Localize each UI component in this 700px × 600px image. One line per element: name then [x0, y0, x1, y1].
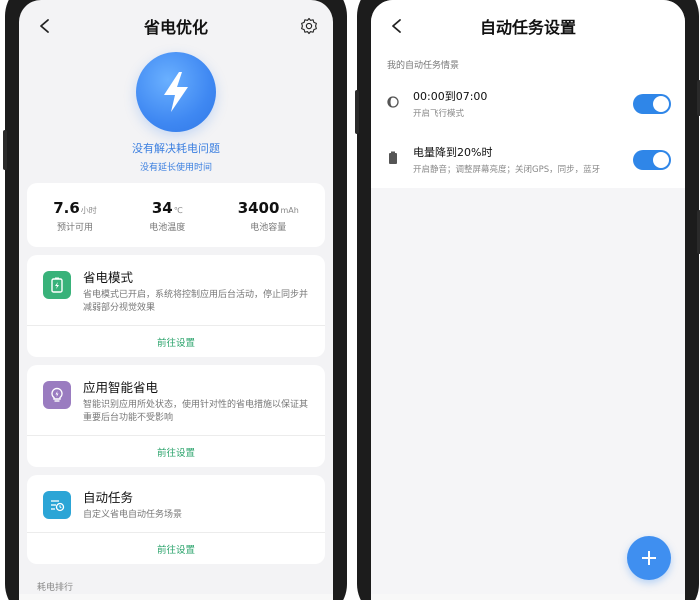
list-item[interactable]: 电量降到20%时 开启静音；调整屏幕亮度；关闭GPS，同步，蓝牙 [371, 132, 685, 188]
stat-value: 3400 [237, 198, 280, 217]
feedback-sub-link[interactable]: 没有延长使用时间 [140, 160, 212, 173]
go-to-settings-link[interactable]: 前往设置 [27, 532, 325, 564]
phone-side-button [3, 130, 7, 170]
system-nav-bar [371, 594, 685, 600]
battery-icon [385, 150, 401, 166]
go-to-settings-link[interactable]: 前往设置 [27, 435, 325, 467]
card-title: 自动任务 [83, 490, 134, 505]
go-to-settings-link[interactable]: 前往设置 [27, 325, 325, 357]
card-description: 自定义省电自动任务场景 [83, 510, 183, 520]
stat-estimated-time: 7.6小时 预计可用 [53, 198, 97, 233]
toggle-knob [653, 96, 669, 112]
lightbulb-icon [43, 381, 71, 409]
card-smart-app-saving: 应用智能省电 智能识别应用所处状态，使用针对性的省电措施以保证其重要后台功能不受… [27, 365, 325, 467]
card-title: 省电模式 [83, 270, 134, 285]
stat-value: 34 [151, 198, 173, 217]
card-description: 智能识别应用所处状态，使用针对性的省电措施以保证其重要后台功能不受影响 [83, 400, 309, 423]
phone-side-button [355, 90, 359, 134]
auto-task-settings-screen: 自动任务设置 我的自动任务情景 00:00到07:00 开启飞行模式 电量降到2… [371, 0, 685, 600]
task-clock-icon [43, 491, 71, 519]
header: 省电优化 [19, 0, 333, 52]
card-description: 省电模式已开启，系统将控制应用后台活动，停止同步并减弱部分视觉效果 [83, 290, 309, 313]
stat-unit: 小时 [80, 205, 97, 215]
task-toggle[interactable] [633, 94, 671, 114]
power-ranking-label[interactable]: 耗电排行 [37, 580, 333, 593]
stat-value: 7.6 [53, 198, 80, 217]
task-list: 00:00到07:00 开启飞行模式 电量降到20%时 开启静音；调整屏幕亮度；… [371, 76, 685, 188]
task-subtitle: 开启飞行模式 [413, 109, 465, 119]
plus-icon [642, 551, 656, 565]
left-phone: 省电优化 没有解决耗电问题 没有延长使用时间 7.6小时 预计可用 34℃ 电池… [3, 0, 347, 600]
stat-label: 电池容量 [250, 222, 287, 233]
card-body[interactable]: 自动任务 自定义省电自动任务场景 [27, 475, 325, 532]
stat-unit: mAh [280, 205, 299, 215]
add-task-button[interactable] [627, 536, 671, 580]
stat-label: 电池温度 [149, 222, 186, 233]
stat-battery-capacity: 3400mAh 电池容量 [238, 198, 299, 233]
page-title: 省电优化 [143, 18, 208, 37]
lightning-icon[interactable] [136, 52, 216, 132]
header: 自动任务设置 [371, 0, 685, 52]
stat-unit: ℃ [173, 205, 183, 215]
battery-hero: 没有解决耗电问题 没有延长使用时间 [19, 52, 333, 173]
right-phone: 自动任务设置 我的自动任务情景 00:00到07:00 开启飞行模式 电量降到2… [355, 0, 700, 600]
section-label: 我的自动任务情景 [371, 52, 685, 76]
task-title: 电量降到20%时 [413, 146, 493, 159]
card-automatic-tasks: 自动任务 自定义省电自动任务场景 前往设置 [27, 475, 325, 564]
task-title: 00:00到07:00 [413, 90, 488, 103]
stat-battery-temperature: 34℃ 电池温度 [149, 198, 185, 233]
gear-icon[interactable] [297, 14, 321, 38]
screenshot-stage: 省电优化 没有解决耗电问题 没有延长使用时间 7.6小时 预计可用 34℃ 电池… [0, 0, 700, 600]
task-subtitle: 开启静音；调整屏幕亮度；关闭GPS，同步，蓝牙 [413, 165, 601, 175]
toggle-knob [653, 152, 669, 168]
card-power-saving-mode: 省电模式 省电模式已开启，系统将控制应用后台活动，停止同步并减弱部分视觉效果 前… [27, 255, 325, 357]
battery-stats: 7.6小时 预计可用 34℃ 电池温度 3400mAh 电池容量 [27, 183, 325, 247]
stat-label: 预计可用 [57, 222, 94, 233]
page-title: 自动任务设置 [479, 18, 576, 37]
list-item[interactable]: 00:00到07:00 开启飞行模式 [371, 76, 685, 132]
card-body[interactable]: 应用智能省电 智能识别应用所处状态，使用针对性的省电措施以保证其重要后台功能不受… [27, 365, 325, 435]
back-icon[interactable] [385, 14, 409, 38]
card-body[interactable]: 省电模式 省电模式已开启，系统将控制应用后台活动，停止同步并减弱部分视觉效果 [27, 255, 325, 325]
card-title: 应用智能省电 [83, 380, 159, 395]
feedback-link[interactable]: 没有解决耗电问题 [132, 140, 220, 156]
back-icon[interactable] [33, 14, 57, 38]
battery-mode-icon [43, 271, 71, 299]
moon-clock-icon [385, 94, 401, 110]
system-nav-bar [19, 594, 333, 600]
power-optimization-screen: 省电优化 没有解决耗电问题 没有延长使用时间 7.6小时 预计可用 34℃ 电池… [19, 0, 333, 600]
task-toggle[interactable] [633, 150, 671, 170]
